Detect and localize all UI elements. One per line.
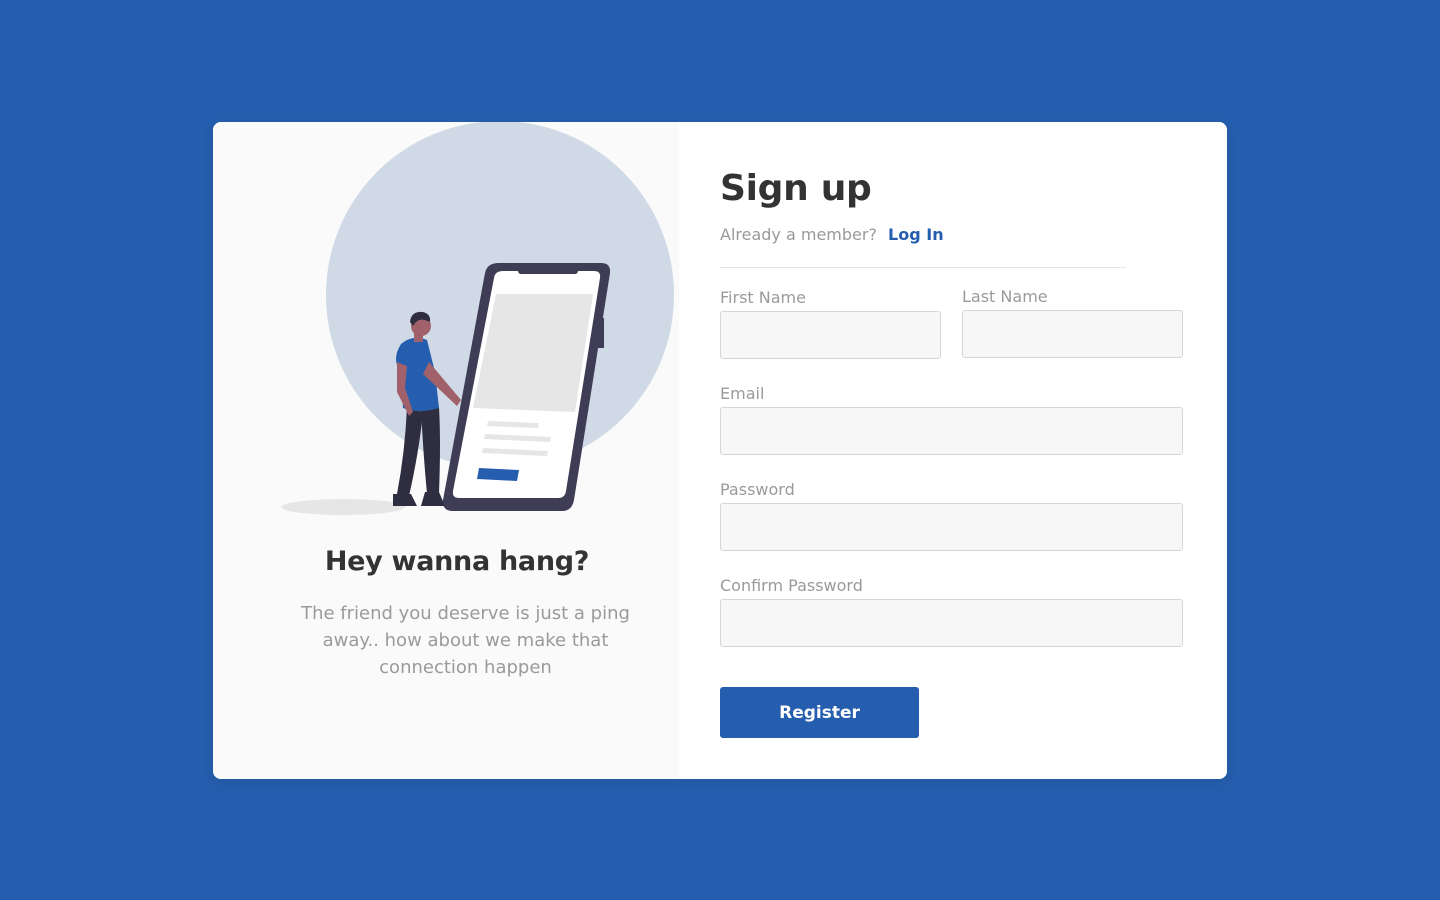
login-link[interactable]: Log In: [888, 225, 944, 244]
last-name-group: Last Name: [962, 287, 1183, 358]
confirm-password-input[interactable]: [720, 599, 1183, 647]
signup-form-panel: Sign up Already a member? Log In First N…: [679, 122, 1227, 779]
signup-card: Hey wanna hang? The friend you deserve i…: [213, 122, 1227, 779]
page-title: Sign up: [720, 168, 872, 209]
person-with-phone-illustration: [281, 122, 674, 515]
register-button[interactable]: Register: [720, 687, 919, 738]
ground-shadow: [281, 499, 405, 515]
password-group: Password: [720, 480, 1183, 551]
promo-heading: Hey wanna hang?: [324, 546, 590, 577]
last-name-input[interactable]: [962, 310, 1183, 358]
first-name-group: First Name: [720, 288, 941, 359]
first-name-label: First Name: [720, 288, 806, 307]
password-label: Password: [720, 480, 795, 499]
email-input[interactable]: [720, 407, 1183, 455]
password-input[interactable]: [720, 503, 1183, 551]
email-label: Email: [720, 384, 765, 403]
email-group: Email: [720, 384, 1183, 455]
last-name-label: Last Name: [962, 287, 1048, 306]
first-name-input[interactable]: [720, 311, 941, 359]
member-prompt-text: Already a member?: [720, 225, 877, 244]
promo-text: The friend you deserve is just a ping aw…: [301, 603, 630, 678]
divider: [720, 267, 1126, 268]
member-prompt-line: Already a member? Log In: [720, 225, 944, 244]
promo-panel: Hey wanna hang? The friend you deserve i…: [213, 122, 679, 779]
confirm-password-label: Confirm Password: [720, 576, 863, 595]
confirm-password-group: Confirm Password: [720, 576, 1183, 647]
